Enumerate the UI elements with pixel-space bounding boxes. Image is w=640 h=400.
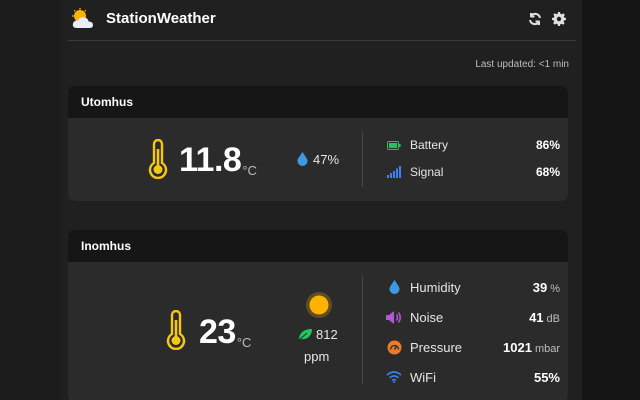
stat-row-signal: Signal 68%: [386, 164, 560, 180]
outdoor-card: Utomhus 11.8 °C 47% Battery 86% Signal 6…: [68, 86, 568, 201]
left-margin: [0, 0, 60, 400]
stat-row-humidity: Humidity 39%: [386, 278, 560, 296]
co2-unit: ppm: [304, 349, 330, 364]
stat-value: 86%: [535, 138, 560, 152]
outdoor-stats: Battery 86% Signal 68%: [386, 118, 560, 201]
stat-row-pressure: Pressure 1021 mbar: [386, 338, 560, 356]
co2-value: 812: [316, 327, 338, 342]
gear-icon: [552, 12, 566, 26]
droplet-icon: [386, 279, 402, 295]
refresh-button[interactable]: [526, 10, 544, 28]
outdoor-title: Utomhus: [68, 86, 568, 118]
stat-value: 39: [532, 279, 548, 295]
refresh-icon: [529, 12, 541, 26]
outdoor-humidity: 47%: [313, 152, 340, 167]
indoor-card: Inomhus 23 °C 812 ppm Humidity 39 % Nois…: [68, 230, 568, 400]
outdoor-temp-unit: °C: [242, 163, 257, 178]
indoor-temperature: 23 °C: [199, 315, 251, 350]
stat-unit: %: [550, 282, 560, 295]
indoor-body: 23 °C 812 ppm Humidity 39% Noise 41 dB P…: [68, 262, 568, 400]
outdoor-temp-value: 11.8: [179, 141, 242, 179]
indoor-divider: [362, 276, 363, 384]
indoor-temp-unit: °C: [236, 335, 252, 350]
indoor-temp-value: 23: [199, 313, 236, 351]
stat-value: 1021: [503, 339, 532, 355]
stat-label: WiFi: [410, 369, 436, 385]
battery-icon: [386, 137, 402, 153]
app-header: StationWeather: [68, 0, 576, 41]
stat-unit: dB: [546, 312, 560, 325]
stat-row-noise: Noise 41 dB: [386, 308, 560, 326]
stat-row-wifi: WiFi 55%: [386, 368, 560, 386]
partly-cloudy-icon: [72, 8, 93, 28]
app-title: StationWeather: [106, 10, 216, 27]
stat-unit: mbar: [534, 342, 560, 355]
leaf-icon: [298, 329, 312, 341]
speaker-icon: [386, 309, 402, 325]
stat-value: 55%: [533, 369, 560, 385]
stat-value: 41: [529, 309, 544, 325]
stat-label: Noise: [410, 309, 444, 325]
indoor-stats: Humidity 39% Noise 41 dB Pressure 1021 mba…: [386, 262, 560, 400]
thermometer-icon: [166, 310, 186, 350]
droplet-icon: [297, 152, 308, 166]
thermometer-icon: [148, 139, 168, 179]
stat-value-wrap: 39%: [533, 280, 560, 295]
sun-icon: [306, 292, 332, 318]
stat-value-wrap: 1021 mbar: [503, 340, 560, 355]
outdoor-divider: [362, 132, 363, 187]
gauge-icon: [386, 339, 402, 355]
stat-label: Humidity: [410, 279, 461, 295]
stat-value-wrap: 41 dB: [529, 310, 560, 325]
stat-label: Signal: [410, 165, 444, 179]
right-margin: [582, 0, 640, 400]
signal-icon: [386, 164, 402, 180]
last-updated: Last updated: <1 min: [475, 59, 569, 70]
settings-button[interactable]: [550, 10, 568, 28]
stat-label: Battery: [410, 138, 449, 152]
stat-row-battery: Battery 86%: [386, 137, 560, 153]
stat-value: 68%: [535, 165, 560, 179]
wifi-icon: [386, 369, 402, 385]
stat-label: Pressure: [410, 339, 463, 355]
outdoor-body: 11.8 °C 47% Battery 86% Signal 68%: [68, 118, 568, 201]
app-panel: StationWeather Last updated: <1 min Utom…: [60, 0, 582, 400]
indoor-title: Inomhus: [68, 230, 568, 262]
outdoor-temperature: 11.8 °C: [179, 143, 257, 178]
